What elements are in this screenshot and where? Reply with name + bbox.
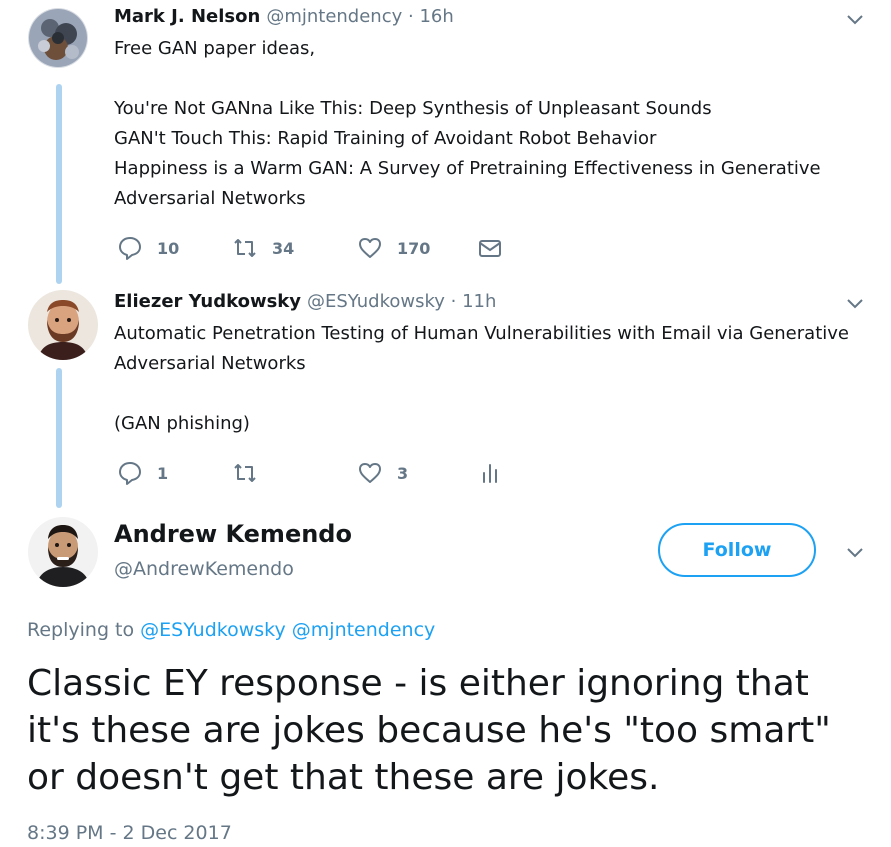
- reply-count: 10: [157, 238, 180, 258]
- thread-connector-1: [56, 84, 62, 284]
- author-handle[interactable]: @mjntendency: [266, 6, 402, 27]
- envelope-icon: [477, 235, 503, 261]
- author-handle[interactable]: @ESYudkowsky: [307, 291, 445, 312]
- retweet-button[interactable]: 34: [232, 235, 294, 261]
- tweet-line: Automatic Penetration Testing of Human V…: [114, 323, 849, 344]
- reply-button[interactable]: 10: [117, 235, 179, 261]
- follow-button[interactable]: Follow: [658, 523, 816, 577]
- tweet-line: You're Not GANna Like This: Deep Synthes…: [114, 98, 712, 119]
- tweet-line: Free GAN paper ideas,: [114, 38, 316, 59]
- replying-to: Replying to @ESYudkowsky @mjntendency: [27, 619, 435, 641]
- tweet-line: Adversarial Networks: [114, 353, 306, 374]
- tweet-time[interactable]: 11h: [462, 291, 496, 312]
- tweet-text: Automatic Penetration Testing of Human V…: [114, 319, 884, 439]
- tweet-timestamp[interactable]: 8:39 PM - 2 Dec 2017: [27, 822, 232, 844]
- avatar[interactable]: [28, 8, 88, 68]
- analytics-button[interactable]: [477, 460, 503, 486]
- avatar[interactable]: [28, 517, 98, 587]
- separator-dot: ·: [450, 291, 457, 312]
- heart-icon: [357, 235, 383, 261]
- author-name[interactable]: Eliezer Yudkowsky: [114, 291, 301, 312]
- chevron-down-icon[interactable]: [844, 8, 866, 30]
- author-handle[interactable]: @AndrewKemendo: [114, 558, 294, 580]
- retweet-count: 34: [272, 238, 295, 258]
- tweet-line: [114, 379, 884, 409]
- avatar[interactable]: [28, 290, 98, 360]
- tweet-line: [114, 64, 874, 94]
- like-count: 170: [397, 238, 431, 258]
- tweet-line: Adversarial Networks: [114, 188, 306, 209]
- heart-icon: [357, 460, 383, 486]
- tweet-header: Eliezer Yudkowsky @ESYudkowsky · 11h: [114, 291, 496, 312]
- author-name[interactable]: Mark J. Nelson: [114, 6, 260, 27]
- tweet-time[interactable]: 16h: [419, 6, 453, 27]
- retweet-icon: [232, 460, 258, 486]
- like-button[interactable]: 170: [357, 235, 430, 261]
- replying-prefix: Replying to: [27, 619, 135, 641]
- tweet-header: Mark J. Nelson @mjntendency · 16h: [114, 6, 454, 27]
- direct-message-button[interactable]: [477, 235, 503, 261]
- tweet-line: GAN't Touch This: Rapid Training of Avoi…: [114, 128, 657, 149]
- tweet-line: or doesn't get that these are jokes.: [27, 757, 660, 798]
- thread-connector-2: [56, 368, 62, 508]
- tweet-line: it's these are jokes because he's "too s…: [27, 710, 831, 751]
- mention-link[interactable]: @ESYudkowsky: [140, 619, 286, 641]
- tweet-line: Classic EY response - is either ignoring…: [27, 663, 809, 704]
- reply-icon: [117, 460, 143, 486]
- tweet-line: (GAN phishing): [114, 413, 250, 434]
- retweet-icon: [232, 235, 258, 261]
- retweet-button[interactable]: [232, 460, 272, 486]
- reply-icon: [117, 235, 143, 261]
- reply-count: 1: [157, 463, 169, 483]
- like-count: 3: [397, 463, 409, 483]
- separator-dot: ·: [408, 6, 414, 27]
- mention-link[interactable]: @mjntendency: [292, 619, 436, 641]
- chevron-down-icon[interactable]: [844, 292, 866, 314]
- tweet-text: Free GAN paper ideas, You're Not GANna L…: [114, 34, 874, 214]
- analytics-icon: [477, 460, 503, 486]
- author-name[interactable]: Andrew Kemendo: [114, 520, 352, 548]
- tweet-line: Happiness is a Warm GAN: A Survey of Pre…: [114, 158, 821, 179]
- tweet-text: Classic EY response - is either ignoring…: [27, 660, 877, 801]
- like-button[interactable]: 3: [357, 460, 408, 486]
- reply-button[interactable]: 1: [117, 460, 168, 486]
- chevron-down-icon[interactable]: [844, 541, 866, 563]
